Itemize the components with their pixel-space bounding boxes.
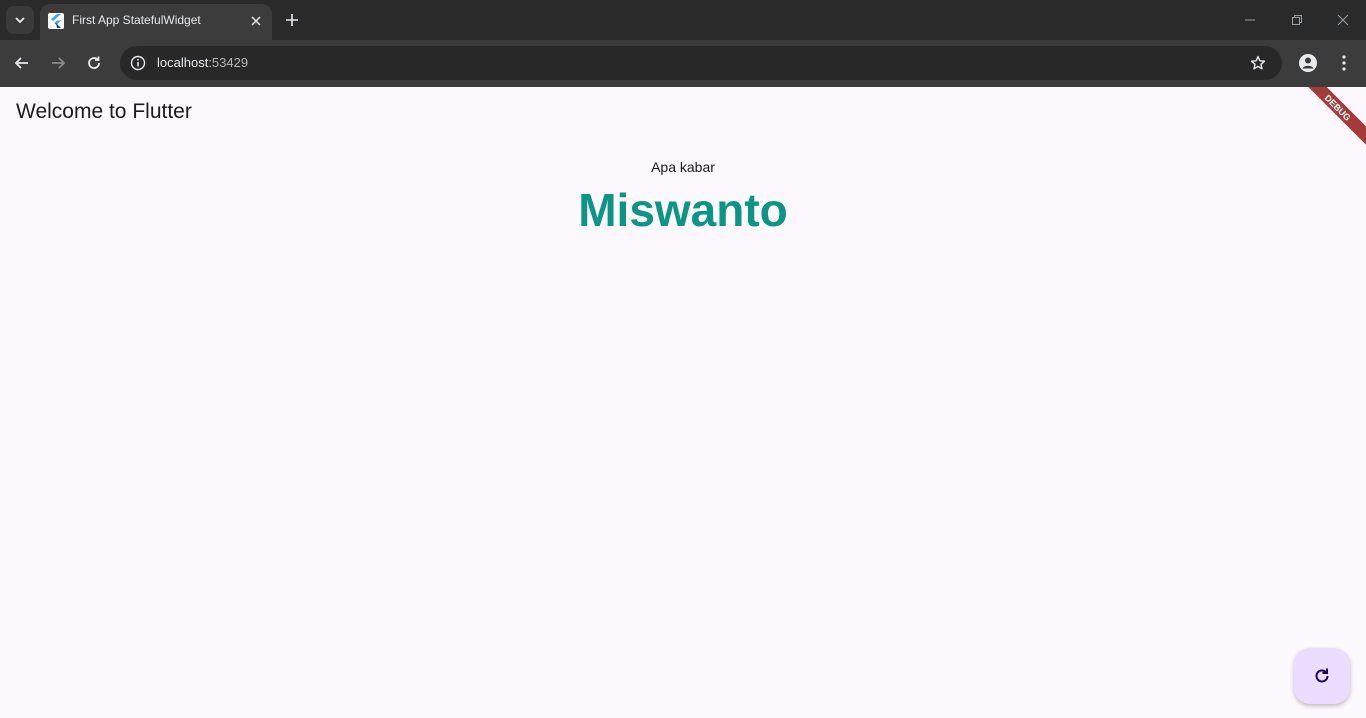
address-bar[interactable]: localhost:53429 [120, 46, 1282, 80]
close-icon [251, 16, 261, 26]
chevron-down-icon [15, 17, 25, 24]
flutter-logo-icon [48, 13, 64, 29]
new-tab-button[interactable] [280, 8, 304, 32]
debug-banner: DEBUG [1294, 87, 1366, 151]
greeting-text: Apa kabar [651, 159, 715, 175]
bookmark-button[interactable] [1248, 53, 1268, 73]
url-port: :53429 [208, 55, 249, 70]
restore-button[interactable] [1287, 10, 1307, 30]
reload-button[interactable] [82, 51, 106, 75]
tab-close-button[interactable] [248, 13, 264, 29]
tab-title: First App StatefulWidget [72, 13, 201, 27]
reload-icon [88, 56, 100, 69]
info-icon [130, 55, 146, 71]
browser-tab[interactable]: First App StatefulWidget [40, 4, 272, 40]
back-button[interactable] [10, 51, 34, 75]
tab-search-button[interactable] [6, 6, 34, 34]
browser-toolbar: localhost:53429 [0, 40, 1366, 87]
refresh-icon [1315, 668, 1329, 683]
more-vertical-icon [1342, 55, 1346, 71]
arrow-right-icon [52, 57, 66, 69]
url-host: localhost [157, 55, 209, 70]
app-bar-title: Welcome to Flutter [16, 100, 192, 123]
restore-icon [1292, 15, 1302, 25]
browser-menu-button[interactable] [1332, 51, 1356, 75]
plus-icon [286, 14, 298, 26]
profile-button[interactable] [1296, 51, 1320, 75]
app-page: Welcome to Flutter Apa kabar Miswanto DE… [0, 87, 1366, 718]
arrow-left-icon [14, 57, 28, 69]
name-text: Miswanto [578, 184, 788, 236]
close-icon [1337, 14, 1349, 26]
star-icon [1250, 55, 1266, 70]
person-icon [1299, 54, 1317, 72]
refresh-fab-button[interactable] [1294, 648, 1350, 704]
minimize-button[interactable] [1240, 10, 1260, 30]
browser-tab-strip: First App StatefulWidget [0, 0, 1366, 40]
url-text: localhost:53429 [157, 55, 248, 70]
forward-button[interactable] [46, 51, 70, 75]
close-window-button[interactable] [1333, 10, 1353, 30]
minimize-icon [1245, 19, 1255, 21]
site-info-button[interactable] [128, 53, 148, 73]
